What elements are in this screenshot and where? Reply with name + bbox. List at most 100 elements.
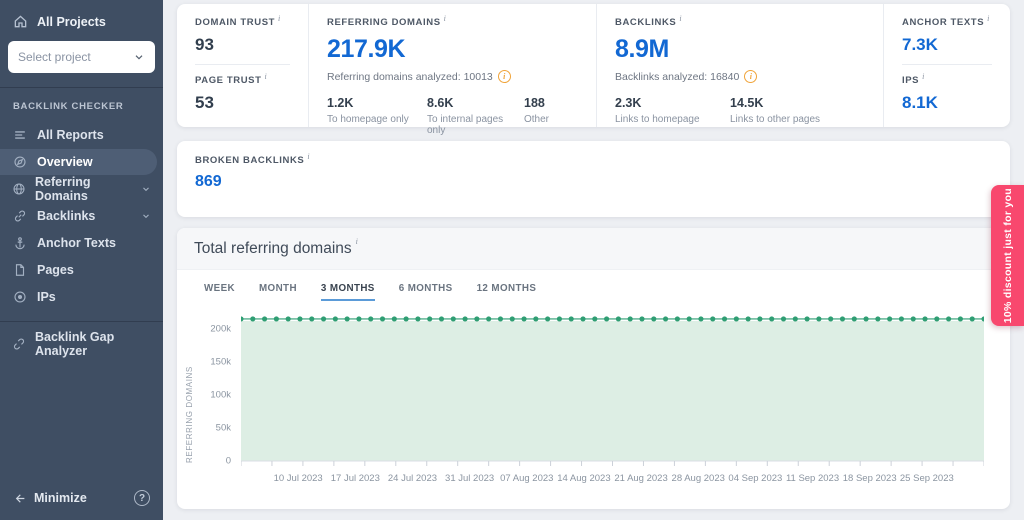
sidebar-item-all-reports[interactable]: All Reports [0,122,163,148]
sidebar-item-backlinks[interactable]: Backlinks [0,203,163,229]
breakdown-item: 8.6K To internal pages only [427,96,504,136]
sidebar-item-label: Pages [37,263,74,277]
sidebar-item-label: Backlink Gap Analyzer [35,330,115,358]
chevron-down-icon [141,211,151,221]
x-axis-tick-label: 28 Aug 2023 [671,473,725,484]
target-icon [12,290,28,304]
sidebar-item-anchor-texts[interactable]: Anchor Texts [0,230,163,256]
tab-6-months[interactable]: 6 MONTHS [399,283,453,301]
metrics-summary-card: DOMAIN TRUST i 93 PAGE TRUST i 53 REFERRIN… [177,4,1010,136]
info-superscript-icon: i [278,14,281,23]
sidebar-divider [0,321,163,322]
sidebar-item-label: Overview [37,155,93,169]
promo-ribbon-text: 10% discount just for you [1001,187,1014,324]
anchor-texts-label: ANCHOR TEXTS i [902,14,990,28]
chart-area: REFERRING DOMAINS 0 50k 100k 150k 200k 10 Ju… [185,311,994,497]
domain-trust-value: 93 [195,35,214,54]
x-axis-tick-label: 04 Sep 2023 [728,473,783,484]
referring-domains-chart-card: Total referring domains i WEEK MONTH 3 M… [177,228,1010,509]
y-axis-label: REFERRING DOMAINS [185,366,194,463]
gap-analyzer-icon [12,337,26,351]
sidebar-item-label: Referring Domains [35,175,91,203]
sidebar-item-all-projects[interactable]: All Projects [0,0,163,39]
breakdown-item: 14.5K Links to other pages [730,96,821,125]
chart-plot [241,311,984,469]
broken-backlinks-label: BROKEN BACKLINKS i [195,152,311,166]
referring-domains-column: REFERRING DOMAINS i 217.9K Referring doma… [308,4,596,136]
broken-backlinks-card: BROKEN BACKLINKS i 869 [177,141,1010,217]
sidebar-item-overview[interactable]: Overview [0,149,157,175]
sidebar-item-ips[interactable]: IPs [0,284,163,310]
minimize-button[interactable]: Minimize [13,491,87,505]
x-axis-tick-label: 17 Jul 2023 [330,473,380,484]
tab-week[interactable]: WEEK [204,283,235,301]
sidebar-nav: All Reports Overview Referring Domains B… [0,121,163,311]
info-superscript-icon: i [264,72,268,81]
tab-month[interactable]: MONTH [259,283,297,301]
referring-domains-value: 217.9K [327,35,406,63]
breakdown-item: 1.2K To homepage only [327,96,409,125]
info-icon[interactable]: i [744,70,758,83]
help-icon[interactable]: ? [134,490,150,506]
ips-label: IPS i [902,72,925,86]
breakdown-item: 188 Other [524,96,550,125]
x-axis-tick-label: 24 Jul 2023 [387,473,438,484]
domain-trust-label: DOMAIN TRUST i [195,14,281,28]
sidebar: All Projects Select project BACKLINK CHE… [0,0,163,520]
info-superscript-icon: i [355,237,358,246]
x-axis-tick-label: 14 Aug 2023 [557,473,611,484]
main-content: DOMAIN TRUST i 93 PAGE TRUST i 53 REFERRIN… [163,0,1024,520]
referring-domains-line-chart [241,316,984,466]
x-axis-tick-label: 10 Jul 2023 [273,473,323,484]
x-axis-tick-label: 21 Aug 2023 [614,473,668,484]
anchor-texts-value: 7.3K [902,35,938,54]
backlinks-column: BACKLINKS i 8.9M Backlinks analyzed: 1684… [596,4,883,127]
info-icon[interactable]: i [497,70,511,83]
y-axis-tick-label: 150k [210,356,231,368]
sidebar-item-pages[interactable]: Pages [0,257,163,283]
x-axis-tick-label: 25 Sep 2023 [899,473,954,484]
promo-ribbon[interactable]: 10% discount just for you [991,185,1024,326]
sidebar-item-label: IPs [37,290,56,304]
trust-metrics-column: DOMAIN TRUST i 93 PAGE TRUST i 53 [177,4,308,127]
referring-domains-breakdown: 1.2K To homepage only 8.6K To internal p… [327,96,578,136]
info-superscript-icon: i [922,72,925,81]
ips-value: 8.1K [902,93,938,112]
referring-domains-label: REFERRING DOMAINS i [327,14,447,28]
minimize-label: Minimize [34,491,87,505]
project-select[interactable]: Select project [8,41,155,73]
broken-backlinks-value: 869 [195,173,222,190]
sidebar-item-backlink-gap-analyzer[interactable]: Backlink Gap Analyzer [0,330,163,358]
sidebar-item-referring-domains[interactable]: Referring Domains [0,175,163,203]
x-axis-tick-label: 07 Aug 2023 [500,473,554,484]
tab-12-months[interactable]: 12 MONTHS [477,283,537,301]
globe-icon [12,182,26,196]
chart-period-tabs: WEEK MONTH 3 MONTHS 6 MONTHS 12 MONTHS [177,270,1010,301]
compass-icon [12,155,28,169]
sidebar-item-label: Backlinks [37,209,96,223]
tab-3-months[interactable]: 3 MONTHS [320,283,375,301]
y-axis-tick-label: 50k [215,422,231,434]
x-axis-tick-label: 31 Jul 2023 [445,473,495,484]
backlinks-value: 8.9M [615,35,669,63]
divider [195,64,290,65]
chevron-down-icon [133,51,145,63]
x-axis-ticks: 10 Jul 2023 17 Jul 2023 24 Jul 2023 31 Jul … [241,471,984,487]
breakdown-item: 2.3K Links to homepage [615,96,700,125]
chevron-down-icon [141,184,151,194]
y-axis-ticks: 0 50k 100k 150k 200k [195,311,235,466]
info-superscript-icon: i [443,14,447,23]
referring-domains-analyzed: Referring domains analyzed: 10013 i [327,70,578,83]
home-icon [13,14,28,29]
page-trust-value: 53 [195,93,214,112]
divider [902,64,992,65]
y-axis-tick-label: 100k [210,389,231,401]
project-select-placeholder: Select project [18,50,91,64]
x-axis-tick-label: 11 Sep 2023 [785,473,840,484]
sidebar-section-label: BACKLINK CHECKER [13,101,124,112]
sidebar-item-label: Anchor Texts [37,236,116,250]
info-superscript-icon: i [307,152,311,161]
y-axis-tick-label: 0 [225,455,231,467]
y-axis-tick-label: 200k [210,323,231,335]
backlinks-label: BACKLINKS i [615,14,683,28]
